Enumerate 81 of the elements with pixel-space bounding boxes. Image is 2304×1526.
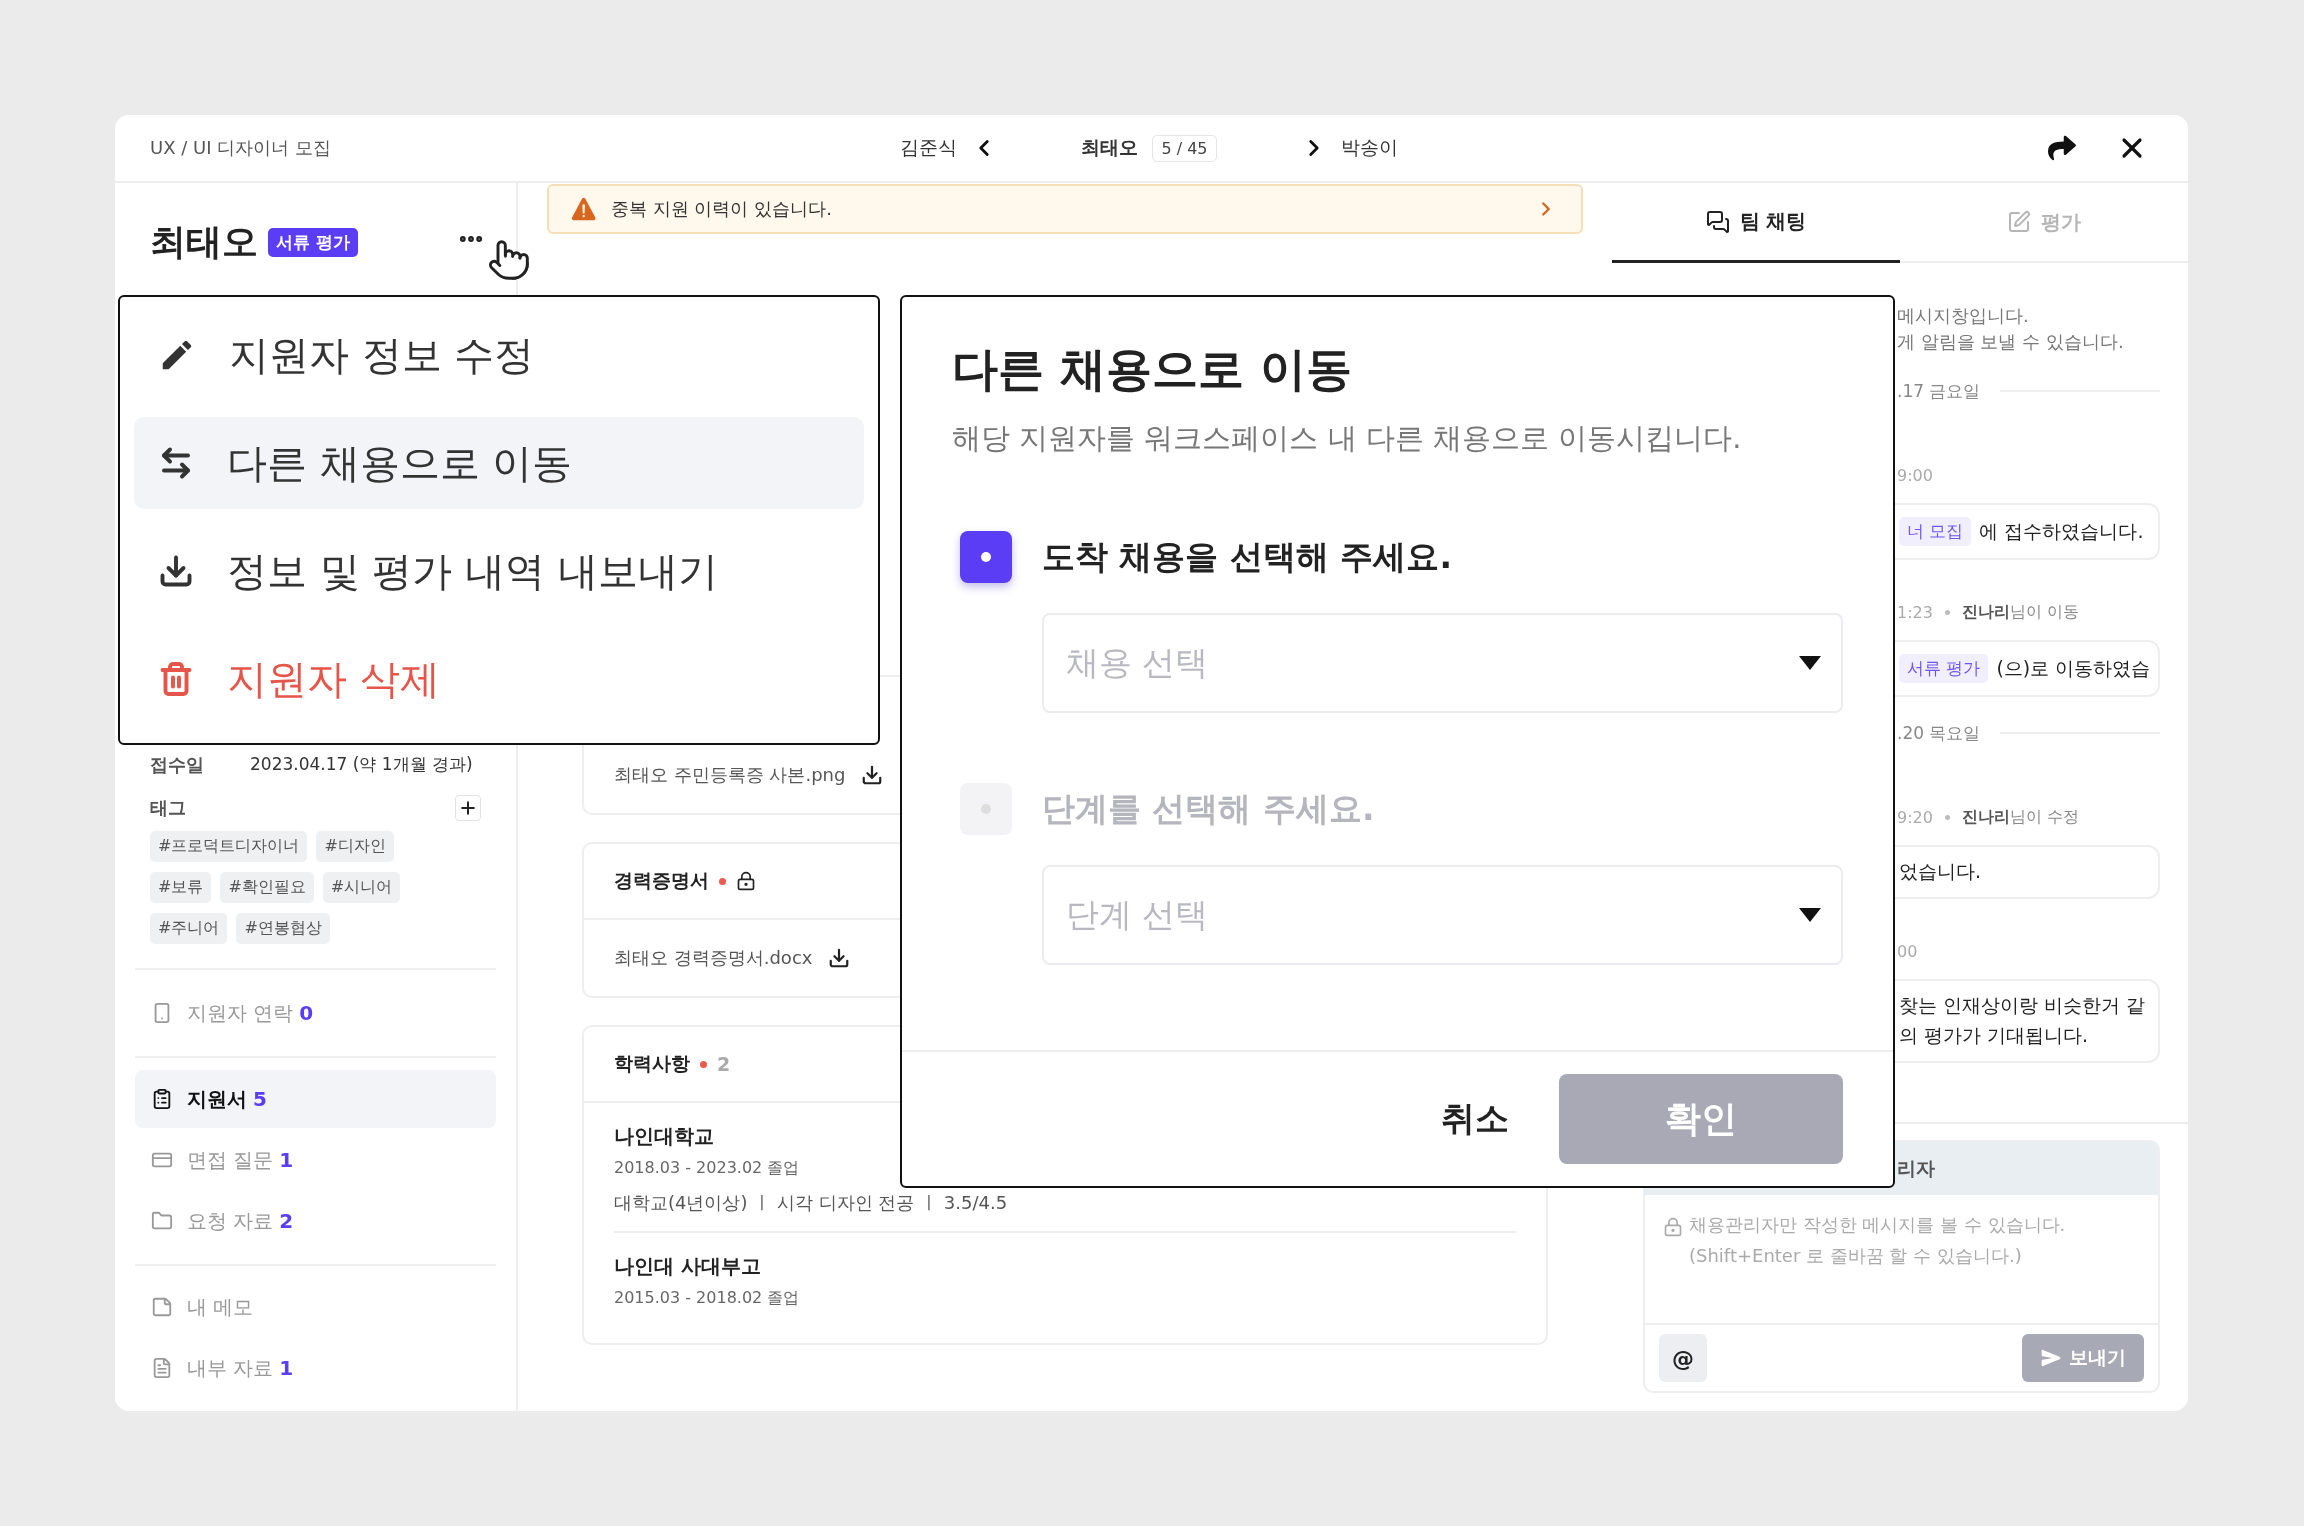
date-label: .17 금요일 [1897, 379, 1981, 403]
chat-icon [1705, 209, 1730, 234]
message-text: 찾는 인재상이랑 비슷한거 같 [1899, 993, 2146, 1018]
stage-badge: 서류 평가 [268, 228, 358, 258]
message-text: (으)로 이동하였습 [1996, 655, 2151, 681]
activity-note: 진나리님이 수정 [1961, 806, 2080, 828]
plus-icon [458, 798, 478, 818]
menu-item[interactable]: 지원자 정보 수정 [134, 309, 864, 401]
file-name: 최태오 경력증명서.docx [614, 946, 813, 970]
school-name: 나인대 사대부고 [614, 1253, 762, 1280]
candidate-name: 최태오 [150, 220, 258, 265]
menu-item[interactable]: 정보 및 평가 내역 내보내기 [134, 525, 864, 617]
sidebar-item[interactable]: 지원자 연락 0 [135, 984, 496, 1042]
recruitment-tag: 너 모집 [1899, 517, 1972, 546]
message-time: 9:00 [1897, 465, 1933, 485]
clipboard-icon [151, 1088, 173, 1110]
field-value: 2023.04.17 (약 1개월 경과) [250, 753, 474, 777]
tag-chip: #시니어 [322, 872, 401, 903]
step-label: 단계를 선택해 주세요. [1042, 787, 1375, 830]
recipient-label: 리자 [1897, 1155, 1935, 1181]
folder-icon [151, 1210, 173, 1232]
sidebar-item[interactable]: 면접 질문 1 [135, 1131, 496, 1189]
download-icon [158, 553, 194, 589]
separator-dot-icon [1944, 609, 1950, 615]
school-name: 나인대학교 [614, 1123, 715, 1150]
message-time: 00 [1897, 941, 1918, 961]
share-button[interactable] [2048, 134, 2076, 162]
tag-chip: #주니어 [150, 913, 228, 944]
hand-cursor-icon [487, 238, 531, 282]
card-title: 경력증명서 [614, 868, 709, 893]
chat-notice: 메시지창입니다. [1897, 304, 2030, 328]
message-text: 에 접수하였습니다. [1979, 518, 2144, 544]
school-period: 2015.03 - 2018.02 졸업 [614, 1288, 801, 1309]
position-counter: 5 / 45 [1152, 134, 1217, 162]
menu-item[interactable]: 다른 채용으로 이동 [134, 417, 864, 509]
note-icon [151, 1296, 173, 1318]
school-period: 2018.03 - 2023.02 졸업 [614, 1158, 801, 1179]
chat-notice: 게 알림을 보낼 수 있습니다. [1897, 330, 2125, 354]
dropdown-caret-icon [1799, 656, 1821, 670]
current-candidate: 최태오 [1081, 135, 1139, 160]
job-title: UX / UI 디자이너 모집 [150, 136, 332, 160]
cancel-button[interactable]: 취소 [1431, 1086, 1519, 1152]
recruitment-tag: 서류 평가 [1899, 654, 1989, 683]
step-label: 도착 채용을 선택해 주세요. [1042, 535, 1452, 578]
item-count: 2 [717, 1053, 731, 1075]
separator-dot-icon [1944, 814, 1950, 820]
school-detail: 대학교(4년이상) ㅣ 시각 디자인 전공 ㅣ 3.5/4.5 [614, 1191, 1009, 1215]
edit-icon [2007, 210, 2031, 234]
alert-text: 중복 지원 이력이 있습니다. [611, 197, 833, 221]
mention-button[interactable]: @ [1659, 1334, 1707, 1382]
previous-candidate[interactable]: 김준식 [900, 135, 958, 161]
file-name: 최태오 주민등록증 사본.png [614, 763, 846, 787]
send-icon [2040, 1348, 2061, 1368]
duplicate-alert[interactable]: 중복 지원 이력이 있습니다. [547, 184, 1583, 234]
dialog-title: 다른 채용으로 이동 [952, 341, 1354, 398]
message-text: 었습니다. [1899, 859, 1982, 884]
date-label: .20 목요일 [1897, 721, 1981, 745]
field-label: 접수일 [150, 752, 205, 777]
tag-chip: #프로덕트디자이너 [150, 831, 308, 862]
message-text: 의 평가가 기대됩니다. [1899, 1023, 2089, 1048]
tag-chip: #연봉협상 [236, 913, 330, 944]
sidebar-item[interactable]: 요청 자료 2 [135, 1192, 496, 1250]
download-icon[interactable] [861, 764, 884, 786]
trash-icon [158, 661, 194, 697]
dropdown-caret-icon [1799, 908, 1821, 922]
tag-chip: #보류 [150, 872, 212, 903]
document-icon [151, 1357, 173, 1379]
sidebar-item[interactable]: 지원서 5 [135, 1070, 496, 1128]
tag-chip: #디자인 [316, 831, 394, 862]
message-time: 1:23 [1897, 602, 1933, 622]
next-candidate[interactable]: 박송이 [1340, 135, 1398, 161]
tag-chip: #확인필요 [220, 872, 314, 903]
message-time: 9:20 [1897, 807, 1933, 827]
field-label: 태그 [150, 796, 186, 820]
menu-item[interactable]: 지원자 삭제 [134, 633, 864, 725]
dialog-description: 해당 지원자를 워크스페이스 내 다른 채용으로 이동시킵니다. [952, 420, 1743, 457]
card-title: 학력사항 [614, 1051, 690, 1076]
activity-note: 진나리님이 이동 [1961, 601, 2080, 623]
add-tag-button[interactable] [455, 795, 481, 821]
download-icon[interactable] [828, 947, 851, 969]
sidebar-item[interactable]: 내부 자료 1 [135, 1339, 496, 1397]
